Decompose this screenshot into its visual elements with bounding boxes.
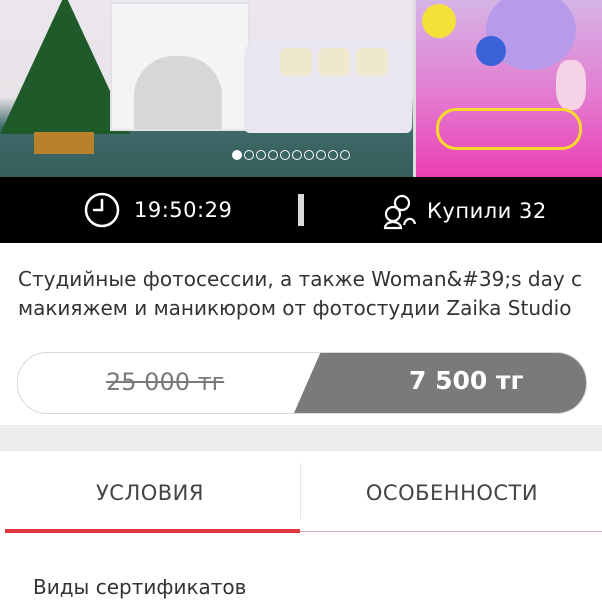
heart-shelf-image [556, 60, 586, 110]
gallery-dot[interactable] [256, 150, 266, 160]
paper-flower-image [476, 36, 506, 66]
details-card: УСЛОВИЯ ОСОБЕННОСТИ Виды сертификатов [0, 451, 602, 600]
tab-label: ОСОБЕННОСТИ [365, 481, 539, 505]
new-price: 7 500 тг [409, 366, 524, 395]
gallery-slide-next[interactable] [416, 0, 602, 177]
pillow-image [280, 48, 312, 76]
section-heading: Виды сертификатов [33, 575, 247, 599]
deal-timer: 19:50:29 [84, 192, 232, 228]
fireplace-image [110, 2, 250, 131]
pillow-image [318, 48, 350, 76]
active-tab-indicator [5, 529, 300, 533]
gift-boxes-image [34, 132, 94, 154]
timer-value: 19:50:29 [134, 198, 233, 222]
offer-title: Студийные фотосессии, а также Woman&#39;… [18, 267, 583, 320]
gallery-dot[interactable] [340, 150, 350, 160]
divider [298, 194, 304, 226]
old-price: 25 000 тг [106, 368, 225, 396]
gallery-dot[interactable] [244, 150, 254, 160]
pillow-image [356, 48, 388, 76]
gallery-dot[interactable] [304, 150, 314, 160]
tab-label: УСЛОВИЯ [96, 481, 204, 505]
gallery-dot[interactable] [316, 150, 326, 160]
gallery-dot[interactable] [232, 150, 242, 160]
tab-conditions[interactable]: УСЛОВИЯ [0, 451, 300, 535]
bought-counter: Купили 32 [379, 192, 547, 230]
price-block[interactable]: 25 000 тг 7 500 тг [17, 352, 587, 414]
offer-card: Студийные фотосессии, а также Woman&#39;… [0, 243, 602, 425]
tab-baseline [300, 531, 602, 532]
people-icon [383, 194, 417, 230]
bicycle-image [436, 108, 582, 150]
gallery-dot[interactable] [280, 150, 290, 160]
gallery-slide-current[interactable] [0, 0, 413, 177]
photo-gallery[interactable] [0, 0, 602, 177]
clock-icon [84, 192, 120, 228]
bought-count: Купили 32 [427, 199, 547, 223]
paper-flower-image [422, 4, 456, 38]
tab-divider [300, 463, 301, 519]
gallery-dot[interactable] [292, 150, 302, 160]
gallery-pagination [232, 150, 350, 160]
gallery-dot[interactable] [328, 150, 338, 160]
gallery-dot[interactable] [268, 150, 278, 160]
tab-features[interactable]: ОСОБЕННОСТИ [302, 451, 602, 535]
deal-info-bar: 19:50:29 Купили 32 [0, 177, 602, 243]
